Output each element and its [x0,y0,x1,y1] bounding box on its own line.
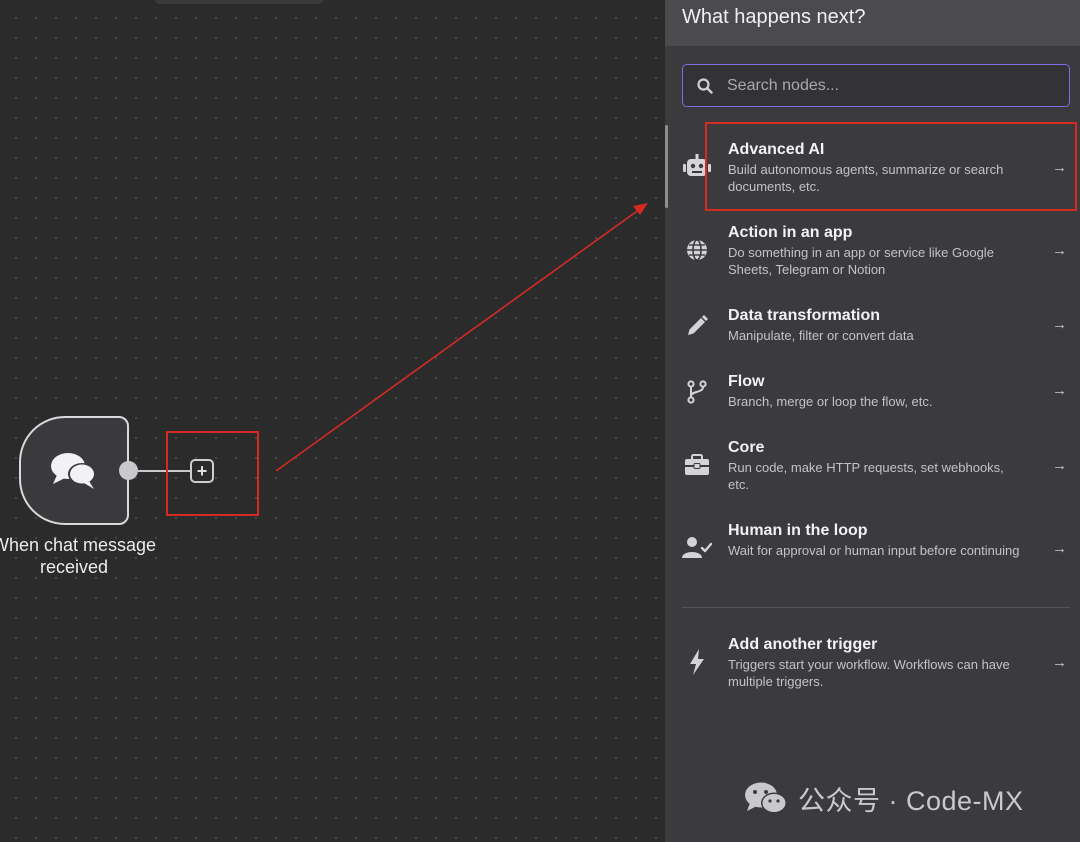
category-core[interactable]: Core Run code, make HTTP requests, set w… [682,438,1068,498]
arrow-right-icon: → [1052,316,1067,333]
chat-bubbles-icon [51,452,96,489]
category-title: Core [728,439,765,456]
canvas-top-tab[interactable] [155,0,323,4]
search-icon [697,77,713,94]
category-title: Action in an app [728,224,853,241]
watermark: 公众号 · Code-MX [744,780,1024,816]
category-description: Triggers start your workflow. Workflows … [728,657,1010,689]
wechat-icon [745,782,787,814]
search-box[interactable] [682,64,1070,107]
user-check-icon [682,533,712,563]
arrow-right-icon: → [1052,654,1067,671]
trigger-node-label: When chat message received [0,535,157,577]
category-title: Human in the loop [728,522,868,539]
bolt-icon [682,647,712,677]
category-title: Data transformation [728,307,881,324]
category-title: Add another trigger [728,636,878,653]
category-description: Wait for approval or human input before … [728,543,1020,558]
category-add-another-trigger[interactable]: Add another trigger Triggers start your … [682,635,1068,695]
arrow-right-icon: → [1052,540,1067,557]
category-description: Branch, merge or loop the flow, etc. [728,394,933,409]
panel-divider [682,607,1070,608]
category-title: Flow [728,373,765,390]
arrow-right-icon: → [1052,242,1067,259]
watermark-text: 公众号 · Code-MX [798,785,1024,816]
category-description: Do something in an app or service like G… [728,245,994,277]
workflow-canvas[interactable]: + When chat message received [0,0,665,842]
category-action-in-app[interactable]: Action in an app Do something in an app … [682,223,1068,283]
search-input[interactable] [727,76,1047,95]
scrollbar[interactable] [665,125,668,208]
category-flow[interactable]: Flow Branch, merge or loop the flow, etc… [682,372,1068,417]
category-data-transformation[interactable]: Data transformation Manipulate, filter o… [682,306,1068,351]
trigger-node-chat[interactable] [19,416,129,525]
arrow-right-icon: → [1052,457,1067,474]
toolbox-icon [682,450,712,480]
annotation-highlight-add [166,431,259,516]
arrow-right-icon: → [1052,382,1067,399]
pencil-icon [682,311,712,341]
category-human-in-the-loop[interactable]: Human in the loop Wait for approval or h… [682,521,1068,581]
branch-icon [682,377,712,407]
category-description: Manipulate, filter or convert data [728,328,914,343]
node-output-handle[interactable] [119,461,138,480]
category-description: Run code, make HTTP requests, set webhoo… [728,460,1004,492]
panel-title: What happens next? [665,0,1080,46]
annotation-highlight-advanced-ai [705,122,1077,211]
globe-icon [682,235,712,265]
